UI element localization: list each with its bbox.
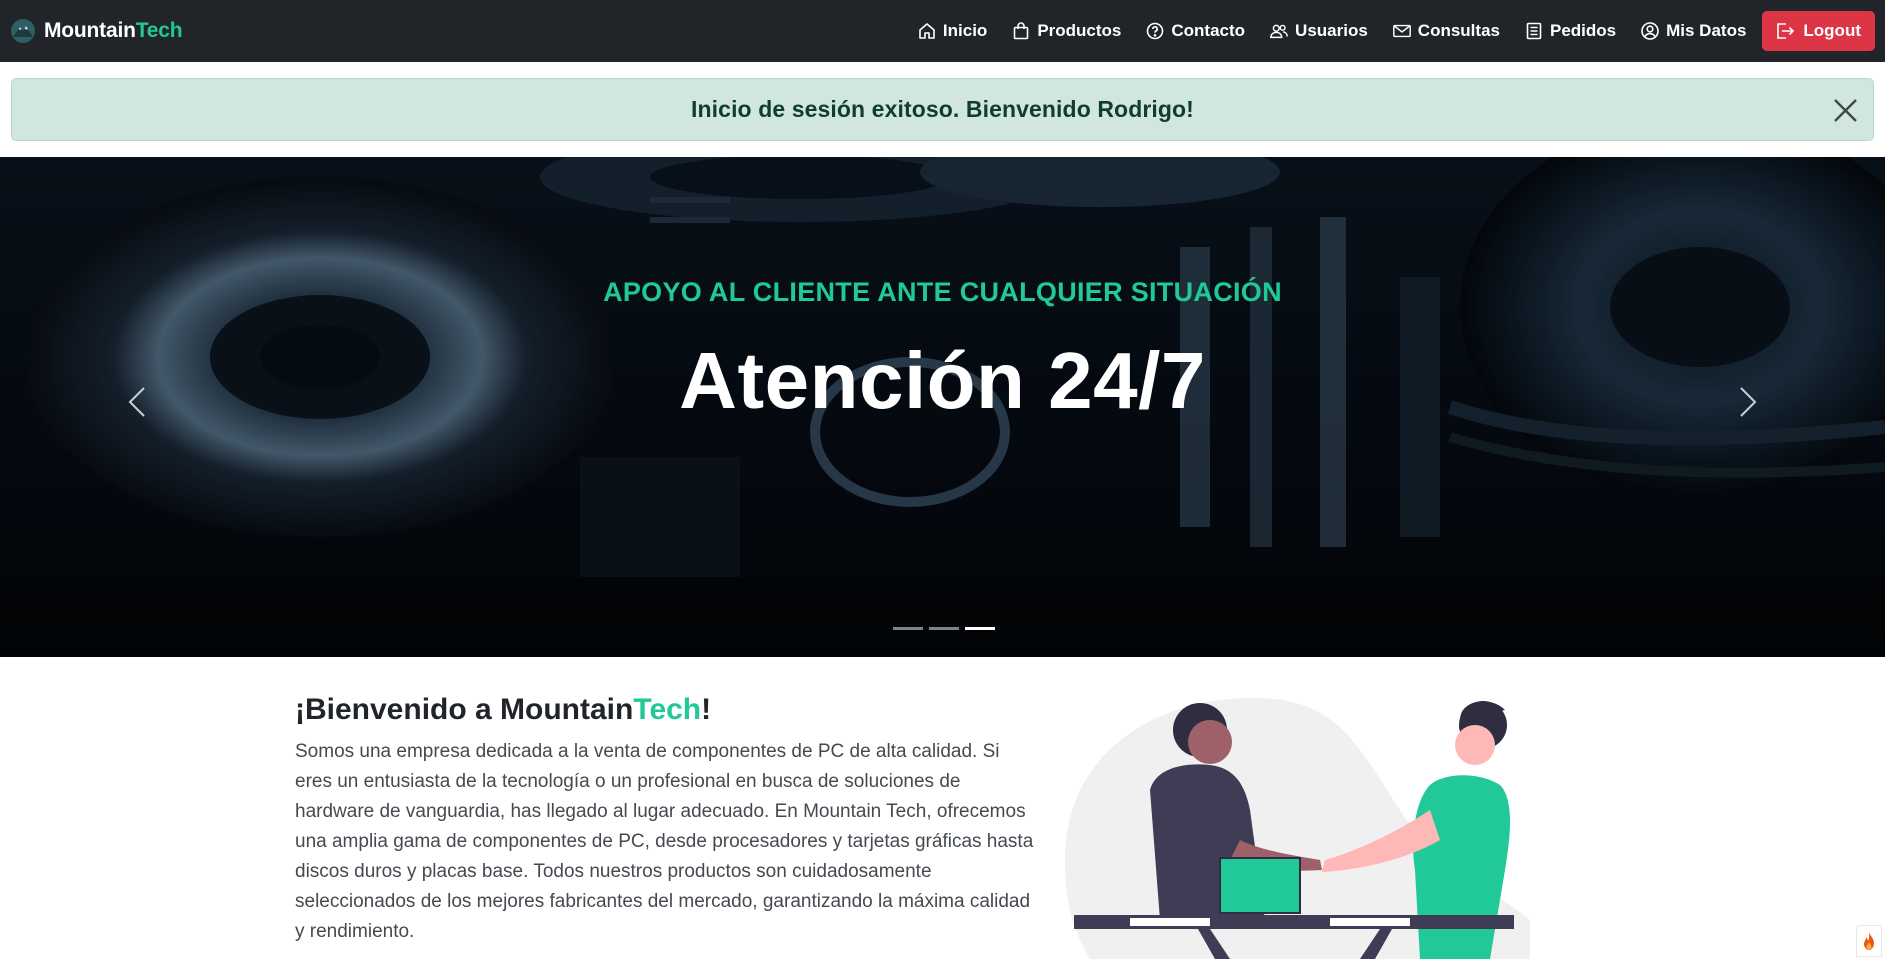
- fire-icon[interactable]: [1856, 925, 1882, 957]
- list-document-icon: [1526, 22, 1542, 40]
- chevron-left-icon[interactable]: [122, 382, 152, 422]
- nav-label: Contacto: [1171, 21, 1246, 40]
- success-alert: Inicio de sesión exitoso. Bienvenido Rod…: [11, 78, 1874, 141]
- brand-name: MountainTech: [44, 19, 183, 42]
- flame-icon: [1864, 932, 1874, 950]
- nav-label: Mis Datos: [1666, 21, 1747, 40]
- logout-icon: [1777, 23, 1795, 39]
- welcome-body: Somos una empresa dedicada a la venta de…: [295, 741, 1034, 942]
- nav-item-contacto[interactable]: Contacto: [1145, 21, 1245, 41]
- home-icon: [919, 23, 935, 39]
- chevron-right-icon[interactable]: [1733, 382, 1763, 422]
- welcome-title: ¡Bienvenido a MountainTech!: [295, 693, 712, 726]
- handshake-illustration: [1065, 697, 1530, 959]
- nav-item-pedidos[interactable]: Pedidos: [1524, 21, 1616, 41]
- question-circle-icon: [1147, 22, 1164, 40]
- carousel-indicator-3[interactable]: [965, 627, 995, 630]
- alert-message: Inicio de sesión exitoso. Bienvenido Rod…: [691, 96, 1194, 122]
- navbar: MountainTech Inicio Productos Contacto U…: [0, 0, 1885, 62]
- nav-item-consultas[interactable]: Consultas: [1392, 21, 1500, 41]
- nav-label: Productos: [1037, 21, 1122, 40]
- nav-item-productos[interactable]: Productos: [1011, 21, 1121, 41]
- carousel-indicator-2[interactable]: [929, 627, 959, 630]
- brand-link[interactable]: MountainTech: [10, 0, 183, 62]
- envelope-icon: [1392, 24, 1411, 38]
- nav-item-usuarios[interactable]: Usuarios: [1269, 21, 1368, 41]
- carousel-caption: APOYO AL CLIENTE ANTE CUALQUIER SITUACIÓ…: [0, 157, 1885, 657]
- mountain-logo-icon: [11, 19, 35, 43]
- nav-label: Consultas: [1417, 21, 1500, 40]
- users-icon: [1270, 24, 1288, 39]
- nav-label: Inicio: [942, 21, 988, 40]
- welcome-section: ¡Bienvenido a MountainTech! Somos una em…: [295, 693, 1035, 947]
- person-circle-icon: [1641, 22, 1659, 40]
- carousel-indicator-1[interactable]: [893, 627, 923, 630]
- nav-menu: Inicio Productos Contacto Usuarios Consu…: [893, 0, 1875, 62]
- nav-item-inicio[interactable]: Inicio: [917, 21, 987, 41]
- hero-carousel: APOYO AL CLIENTE ANTE CUALQUIER SITUACIÓ…: [0, 157, 1885, 657]
- logout-button[interactable]: Logout: [1762, 11, 1875, 51]
- nav-label: Usuarios: [1295, 21, 1368, 40]
- close-icon[interactable]: [1832, 97, 1859, 124]
- carousel-subtitle: APOYO AL CLIENTE ANTE CUALQUIER SITUACIÓ…: [603, 277, 1282, 307]
- nav-item-mis-datos[interactable]: Mis Datos: [1640, 21, 1746, 41]
- carousel-title: Atención 24/7: [679, 336, 1206, 425]
- carousel-indicators: [890, 627, 998, 630]
- bag-icon: [1014, 22, 1029, 40]
- nav-label: Pedidos: [1549, 21, 1617, 40]
- logout-label: Logout: [1803, 21, 1861, 40]
